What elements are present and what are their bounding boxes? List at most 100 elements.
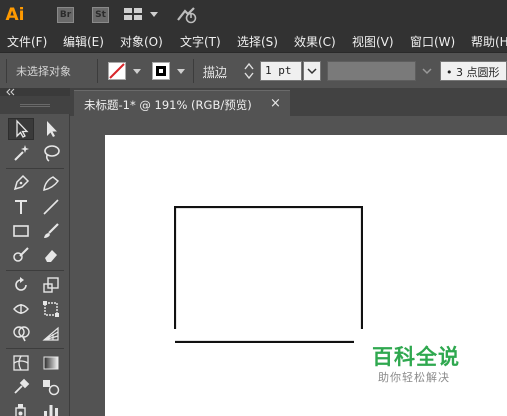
drawn-rectangle[interactable] bbox=[174, 206, 363, 343]
width-tool-icon bbox=[13, 304, 29, 314]
divider bbox=[97, 59, 98, 83]
rectangle-tool-icon bbox=[13, 225, 29, 237]
arrange-documents-icon[interactable] bbox=[124, 8, 144, 21]
column-graph-tool-icon bbox=[44, 405, 58, 416]
column-graph-tool[interactable] bbox=[38, 400, 64, 416]
divider bbox=[6, 270, 64, 271]
line-segment-tool-icon bbox=[43, 199, 59, 215]
document-tab[interactable]: 未标题-1* @ 191% (RGB/预览) × bbox=[74, 90, 290, 116]
watermark-title: 百科全说 bbox=[372, 345, 460, 369]
rotate-tool-icon bbox=[15, 277, 27, 291]
rotate-tool[interactable] bbox=[8, 274, 34, 296]
close-icon[interactable]: × bbox=[270, 96, 281, 111]
type-tool[interactable] bbox=[8, 196, 34, 218]
width-tool[interactable] bbox=[8, 298, 34, 320]
chevron-down-icon[interactable] bbox=[150, 12, 158, 17]
profile-dropdown[interactable] bbox=[418, 61, 436, 81]
stroke-weight-stepper[interactable] bbox=[241, 61, 257, 81]
menu-object[interactable]: 对象(O) bbox=[120, 33, 163, 50]
shape-builder-tool-icon bbox=[13, 326, 30, 342]
blend-tool-icon bbox=[43, 380, 60, 396]
stroke-swatch[interactable] bbox=[152, 62, 170, 80]
application-bar: Ai Br St bbox=[0, 0, 507, 30]
control-bar-grip[interactable] bbox=[6, 59, 7, 83]
stroke-weight-dropdown[interactable] bbox=[303, 61, 321, 81]
stock-button[interactable]: St bbox=[92, 7, 109, 23]
lasso-tool[interactable] bbox=[38, 142, 64, 164]
lasso-tool-icon bbox=[44, 145, 60, 162]
free-transform-tool-icon bbox=[43, 301, 59, 317]
symbol-sprayer-tool[interactable] bbox=[8, 400, 34, 416]
menu-select[interactable]: 选择(S) bbox=[237, 33, 278, 50]
rectangle-tool[interactable] bbox=[8, 220, 34, 242]
bullet-icon: • bbox=[446, 66, 453, 79]
menu-view[interactable]: 视图(V) bbox=[352, 33, 394, 50]
eyedropper-tool-icon bbox=[14, 378, 30, 394]
eraser-tool[interactable] bbox=[38, 244, 64, 266]
brush-definition-field[interactable]: • 3 点圆形 bbox=[440, 61, 507, 81]
scale-tool-icon bbox=[43, 277, 59, 293]
toolbar-header bbox=[0, 88, 70, 96]
variable-width-profile[interactable] bbox=[327, 61, 416, 81]
divider bbox=[193, 59, 194, 83]
chevron-down-icon bbox=[422, 68, 432, 75]
fill-dropdown-icon[interactable] bbox=[133, 69, 141, 74]
blend-tool[interactable] bbox=[38, 376, 64, 398]
menu-window[interactable]: 窗口(W) bbox=[410, 33, 455, 50]
shape-builder-tool[interactable] bbox=[8, 322, 34, 344]
direct-selection-tool[interactable] bbox=[38, 118, 64, 140]
stroke-label[interactable]: 描边 bbox=[203, 63, 227, 80]
document-tab-title: 未标题-1* @ 191% (RGB/预览) bbox=[84, 98, 252, 112]
stroke-color-icon bbox=[156, 66, 166, 76]
tools-panel bbox=[0, 96, 70, 416]
shaper-tool[interactable] bbox=[8, 244, 34, 266]
magic-wand-tool-icon bbox=[14, 145, 29, 161]
mesh-tool-icon bbox=[13, 355, 29, 371]
selection-tool-icon bbox=[16, 119, 29, 138]
symbol-sprayer-tool-icon bbox=[15, 404, 26, 416]
gradient-tool[interactable] bbox=[38, 352, 64, 374]
stroke-weight-field[interactable]: 1 pt bbox=[260, 61, 302, 81]
brush-definition-value: 3 点圆形 bbox=[456, 66, 500, 79]
menu-effect[interactable]: 效果(C) bbox=[294, 33, 336, 50]
pen-tool-icon bbox=[13, 174, 30, 191]
selection-tool[interactable] bbox=[8, 118, 34, 140]
watermark-subtitle: 助你轻松解决 bbox=[378, 371, 450, 384]
magic-wand-tool[interactable] bbox=[8, 142, 34, 164]
gpu-performance-icon[interactable] bbox=[175, 6, 199, 24]
eraser-tool-icon bbox=[45, 250, 57, 262]
tools-panel-header bbox=[0, 96, 70, 114]
curvature-tool[interactable] bbox=[38, 172, 64, 194]
eyedropper-tool[interactable] bbox=[8, 376, 34, 398]
selection-status: 未选择对象 bbox=[16, 65, 71, 78]
menu-file[interactable]: 文件(F) bbox=[7, 33, 47, 50]
fill-swatch[interactable] bbox=[108, 62, 126, 80]
type-tool-icon bbox=[15, 200, 27, 214]
mesh-tool[interactable] bbox=[8, 352, 34, 374]
shaper-tool-icon bbox=[13, 247, 29, 262]
perspective-grid-tool-icon bbox=[42, 326, 59, 341]
perspective-grid-tool[interactable] bbox=[38, 322, 64, 344]
paintbrush-tool-icon bbox=[44, 223, 59, 238]
scale-tool[interactable] bbox=[38, 274, 64, 296]
divider bbox=[6, 168, 64, 169]
direct-selection-tool-icon bbox=[47, 121, 57, 137]
curvature-tool-icon bbox=[43, 176, 60, 191]
menu-edit[interactable]: 编辑(E) bbox=[63, 33, 104, 50]
grip-icon[interactable] bbox=[20, 104, 50, 107]
pen-tool[interactable] bbox=[8, 172, 34, 194]
paintbrush-tool[interactable] bbox=[38, 220, 64, 242]
collapse-panel-icon[interactable] bbox=[5, 88, 17, 96]
line-segment-tool[interactable] bbox=[38, 196, 64, 218]
gradient-tool-icon bbox=[43, 356, 59, 370]
no-fill-icon bbox=[109, 63, 125, 79]
free-transform-tool[interactable] bbox=[38, 298, 64, 320]
stroke-dropdown-icon[interactable] bbox=[177, 69, 185, 74]
control-bar: 未选择对象 描边 1 pt • 3 点圆形 bbox=[0, 52, 507, 88]
bridge-button[interactable]: Br bbox=[57, 7, 74, 23]
divider bbox=[6, 348, 64, 349]
chevron-down-icon bbox=[307, 68, 317, 75]
menu-type[interactable]: 文字(T) bbox=[180, 33, 221, 50]
menu-bar: 文件(F) 编辑(E) 对象(O) 文字(T) 选择(S) 效果(C) 视图(V… bbox=[0, 30, 507, 52]
menu-help[interactable]: 帮助(H) bbox=[471, 33, 507, 50]
